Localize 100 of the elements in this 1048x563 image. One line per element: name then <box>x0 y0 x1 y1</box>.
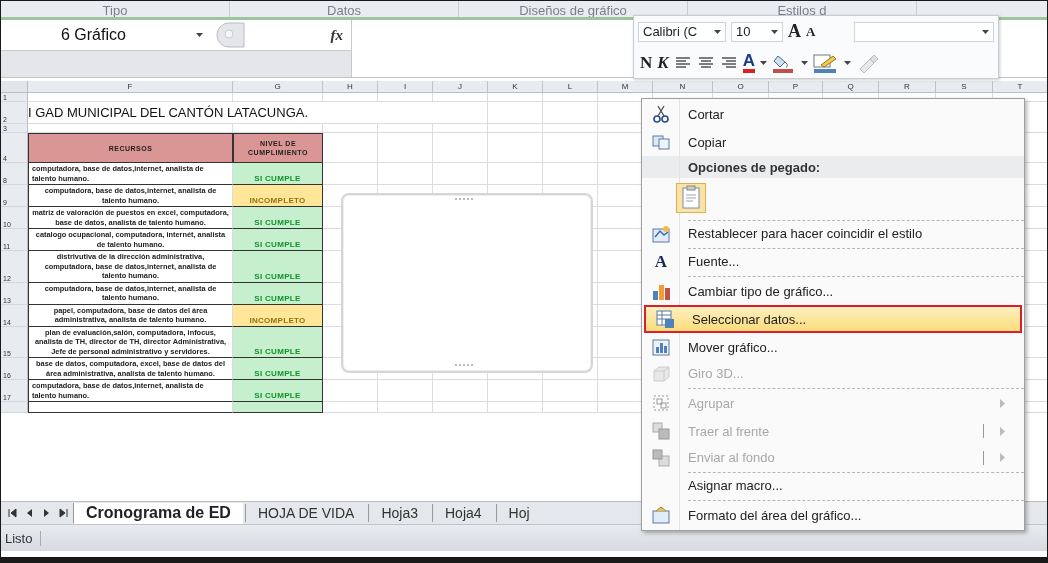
status-cell: SI CUMPLE <box>233 358 323 380</box>
insert-function-button[interactable]: fx <box>330 26 343 44</box>
font-color-button[interactable]: A <box>742 52 755 73</box>
align-left-icon[interactable] <box>673 55 692 71</box>
column-header[interactable]: Q <box>823 81 879 93</box>
menu-item[interactable]: Mover gráfico... <box>642 333 1024 361</box>
column-header[interactable]: S <box>936 81 993 93</box>
bring-front-icon <box>652 422 670 440</box>
caret-icon[interactable] <box>759 60 767 65</box>
bold-button[interactable]: N <box>640 52 653 73</box>
sheet-tab[interactable]: Hoj <box>495 504 542 522</box>
copy-icon <box>652 133 670 151</box>
shrink-font-button[interactable]: A <box>806 23 816 40</box>
grow-font-button[interactable]: A <box>788 21 801 43</box>
status-cell: SI CUMPLE <box>233 229 323 251</box>
group-icon <box>652 394 670 412</box>
status-text: Listo <box>1 530 42 546</box>
table-cell <box>433 402 488 413</box>
status-cell: INCOMPLETO <box>233 185 323 207</box>
align-center-icon[interactable] <box>696 55 715 71</box>
column-header[interactable]: F <box>28 81 233 93</box>
column-header[interactable]: P <box>769 81 823 93</box>
format-area-icon <box>652 506 670 524</box>
move-chart-icon <box>652 338 670 356</box>
bar-chart-icon <box>652 282 670 300</box>
caret-icon[interactable] <box>771 29 778 34</box>
sheet-tab[interactable]: Hoja3 <box>368 504 430 522</box>
ribbon-group-label: Diseños de gráfico <box>519 4 627 17</box>
font-icon: A <box>654 251 668 272</box>
table-cell <box>433 380 488 402</box>
sheet-tab[interactable]: Hoja4 <box>432 504 494 522</box>
menu-item[interactable]: A Fuente... <box>642 249 1024 277</box>
table-cell <box>378 380 433 402</box>
column-header[interactable]: R <box>879 81 936 93</box>
menu-section-header: Opciones de pegado: <box>688 159 821 175</box>
ribbon-group-label: Datos <box>327 4 361 17</box>
status-cell: SI CUMPLE <box>233 282 323 305</box>
table-cell <box>488 402 543 413</box>
sheet-tab[interactable]: HOJA DE VIDA <box>244 504 367 522</box>
menu-item[interactable]: Restablecer para hacer coincidir el estilo <box>642 221 1024 249</box>
status-cell: SI CUMPLE <box>233 163 323 185</box>
table-cell <box>433 124 488 133</box>
status-cell: SI CUMPLE <box>233 251 323 283</box>
caret-icon[interactable] <box>800 60 808 65</box>
resize-handle[interactable] <box>455 198 473 202</box>
column-header[interactable]: J <box>433 81 488 93</box>
sheet-tab[interactable]: Cronograma de ED <box>73 502 243 524</box>
table-cell <box>378 402 433 413</box>
column-header[interactable]: K <box>488 81 543 93</box>
column-header[interactable]: M <box>598 81 653 93</box>
menu-item[interactable]: Cambiar tipo de gráfico... <box>642 277 1024 305</box>
align-right-icon[interactable] <box>719 55 738 71</box>
paste-option-icon[interactable] <box>676 183 706 213</box>
table-cell <box>323 402 378 413</box>
cube-icon <box>652 364 670 383</box>
italic-button[interactable]: K <box>657 52 669 73</box>
name-box[interactable]: 6 Gráfico <box>1 20 211 50</box>
menu-item[interactable]: Cortar <box>642 100 1024 128</box>
column-header[interactable]: H <box>323 81 378 93</box>
resize-handle[interactable] <box>455 364 473 368</box>
menu-item[interactable]: Copiar <box>642 128 1024 156</box>
column-header[interactable]: O <box>713 81 769 93</box>
menu-item[interactable]: Asignar macro... <box>642 473 1024 501</box>
ribbon-group-label: Tipo <box>102 4 128 17</box>
data-table-icon <box>656 310 674 328</box>
column-header[interactable]: N <box>653 81 713 93</box>
table-cell <box>323 380 378 402</box>
caret-icon[interactable] <box>714 29 721 34</box>
column-header[interactable]: G <box>233 81 323 93</box>
column-header[interactable]: I <box>378 81 433 93</box>
submenu-arrow-icon <box>1000 426 1006 436</box>
table-cell <box>488 124 543 133</box>
reset-style-icon <box>652 224 670 243</box>
border-pencil-icon[interactable] <box>812 52 839 73</box>
table-cell <box>323 93 378 102</box>
table-cell <box>433 133 488 163</box>
column-header[interactable]: L <box>543 81 598 93</box>
font-size-field[interactable]: 10 <box>731 21 783 42</box>
last-sheet-icon[interactable] <box>58 508 69 518</box>
scissors-icon <box>652 105 670 123</box>
column-header[interactable]: T <box>993 81 1047 93</box>
caret-icon[interactable] <box>196 33 203 37</box>
table-cell <box>433 93 488 102</box>
table-cell <box>323 124 378 133</box>
ribbon-group-label: Estilos d <box>777 4 827 17</box>
status-cell: SI CUMPLE <box>233 380 323 402</box>
table-cell <box>378 124 433 133</box>
table-cell <box>323 133 378 163</box>
table-cell <box>488 380 543 402</box>
table-cell <box>488 102 543 124</box>
menu-item[interactable]: Formato del área del gráfico... <box>642 501 1024 529</box>
caret-icon[interactable] <box>843 60 851 65</box>
send-back-icon <box>652 448 670 467</box>
sheet-title: I GAD MUNICIPAL DEL CANTÓN LATACUNGA. <box>28 102 488 124</box>
caret-icon[interactable] <box>982 29 989 34</box>
submenu-arrow-icon <box>1000 453 1006 462</box>
first-sheet-icon[interactable] <box>7 508 18 518</box>
submenu-arrow-icon <box>1000 398 1006 408</box>
menu-item[interactable]: Seleccionar datos... <box>644 305 1022 333</box>
font-name-field[interactable]: Calibri (C <box>638 21 726 42</box>
